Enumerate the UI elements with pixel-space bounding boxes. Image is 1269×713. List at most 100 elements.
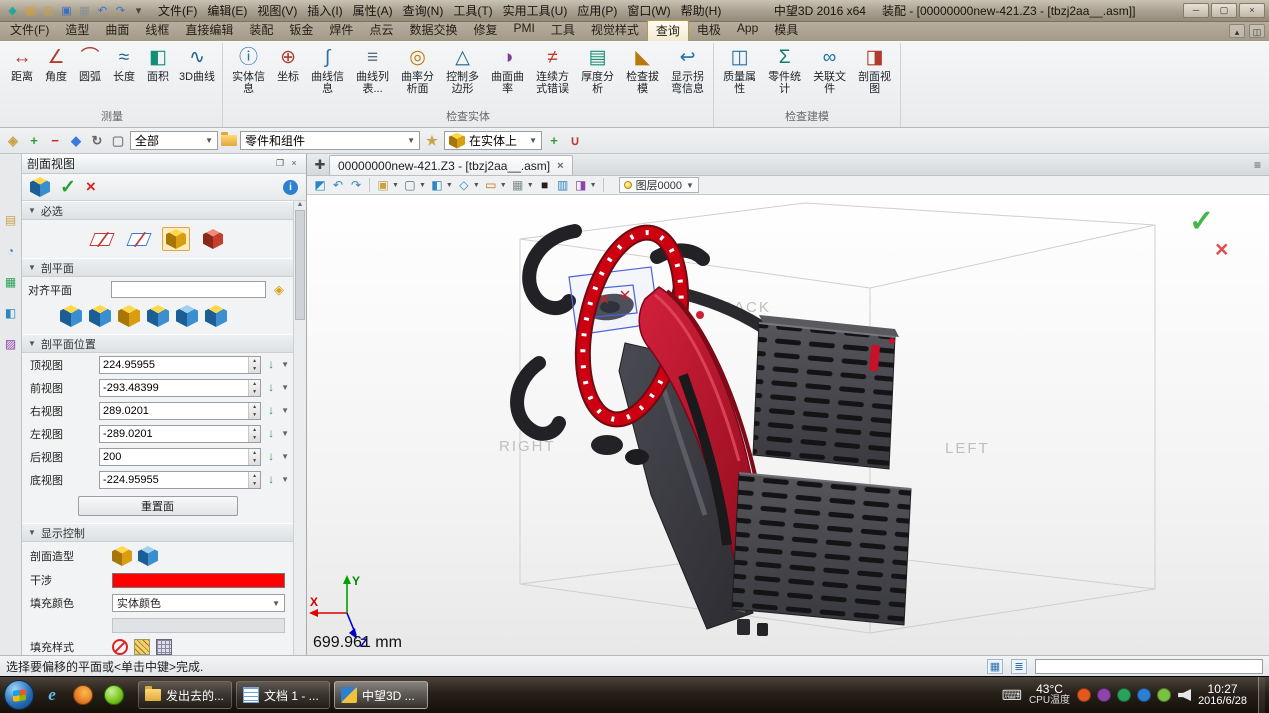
spinner[interactable]: ▲▼ bbox=[248, 472, 260, 488]
speaker-icon[interactable] bbox=[1178, 689, 1191, 701]
tab-list-icon[interactable]: ≡ bbox=[1250, 155, 1265, 175]
close-button[interactable]: × bbox=[1239, 3, 1265, 18]
flip-direction-button[interactable]: ↓ bbox=[264, 379, 278, 396]
view-redo-icon[interactable]: ↷ bbox=[348, 177, 364, 193]
shape-option-icon[interactable] bbox=[112, 546, 132, 566]
chevron-down-icon[interactable]: ▼ bbox=[446, 182, 453, 189]
chevron-down-icon[interactable]: ▼ bbox=[419, 182, 426, 189]
dropdown-caret-icon[interactable]: ▼ bbox=[281, 475, 289, 484]
pick-clear-icon[interactable]: ▢ bbox=[109, 132, 127, 150]
view-orientation-icon[interactable]: ◧ bbox=[429, 177, 445, 193]
ribbon-tab[interactable]: 工具 bbox=[543, 20, 583, 41]
taskbar-window-button[interactable]: 中望3D ... bbox=[334, 681, 428, 709]
chevron-down-icon[interactable]: ▼ bbox=[527, 182, 534, 189]
front-view-input[interactable] bbox=[100, 380, 248, 396]
redo-icon[interactable]: ↷ bbox=[112, 3, 129, 19]
cancel-button[interactable]: × bbox=[86, 177, 96, 197]
chevron-down-icon[interactable]: ▼ bbox=[500, 182, 507, 189]
ribbon-tab[interactable]: App bbox=[729, 20, 766, 41]
section-header-plane[interactable]: ▼ 剖平面 bbox=[22, 258, 293, 277]
status-input[interactable] bbox=[1035, 659, 1263, 674]
open-icon[interactable]: ▥ bbox=[40, 3, 57, 19]
right-view-input[interactable] bbox=[100, 403, 248, 419]
ribbon-tab[interactable]: 直接编辑 bbox=[177, 20, 241, 41]
ribbon-tab[interactable]: 点云 bbox=[361, 20, 401, 41]
entity-filter-select[interactable]: 零件和组件 ▼ bbox=[240, 131, 420, 150]
menu-item[interactable]: 帮助(H) bbox=[676, 1, 727, 20]
distance-button[interactable]: ↔距离 bbox=[5, 43, 39, 107]
firefox-launcher-icon[interactable] bbox=[70, 682, 96, 708]
tray-app-icon[interactable] bbox=[1097, 688, 1111, 702]
menu-item[interactable]: 插入(I) bbox=[302, 1, 347, 20]
curve-list-button[interactable]: ≡曲线列表... bbox=[350, 43, 395, 107]
ribbon-tab[interactable]: 数据交换 bbox=[401, 20, 465, 41]
datum-display-icon[interactable]: ▭ bbox=[483, 177, 499, 193]
coordinate-button[interactable]: ⊕坐标 bbox=[271, 43, 305, 107]
ribbon-tab[interactable]: 曲面 bbox=[97, 20, 137, 41]
ribbon-tab[interactable]: 线框 bbox=[137, 20, 177, 41]
left-plane-cube-icon[interactable] bbox=[147, 305, 169, 327]
pick-style-icon[interactable]: ★ bbox=[423, 132, 441, 150]
tray-app-icon[interactable] bbox=[1137, 688, 1151, 702]
keyboard-icon[interactable]: ⌨ bbox=[1002, 687, 1022, 704]
info-icon[interactable]: i bbox=[283, 180, 298, 195]
close-tab-icon[interactable]: × bbox=[557, 160, 563, 172]
menu-item[interactable]: 应用(P) bbox=[572, 1, 622, 20]
related-files-button[interactable]: ∞关联文件 bbox=[807, 43, 852, 107]
ie-launcher-icon[interactable]: e bbox=[39, 682, 65, 708]
interference-color-field[interactable] bbox=[112, 573, 285, 588]
menu-item[interactable]: 编辑(E) bbox=[202, 1, 252, 20]
zoom-mode-icon[interactable]: ◇ bbox=[456, 177, 472, 193]
fill-color-select[interactable]: 实体颜色 ▼ bbox=[112, 594, 285, 612]
show-desktop-button[interactable] bbox=[1258, 677, 1265, 713]
curvature-analysis-button[interactable]: ◎曲率分析面 bbox=[395, 43, 440, 107]
print-icon[interactable]: ▦ bbox=[76, 3, 93, 19]
pick-remove-icon[interactable]: − bbox=[46, 132, 64, 150]
pick-magnet-icon[interactable]: ∪ bbox=[566, 132, 584, 150]
spinner[interactable]: ▲▼ bbox=[248, 403, 260, 419]
pick-refresh-icon[interactable]: ↻ bbox=[88, 132, 106, 150]
plane-pick-icon[interactable]: ◈ bbox=[271, 282, 287, 298]
edge-display-icon[interactable]: ▢ bbox=[402, 177, 418, 193]
top-plane-cube-icon[interactable] bbox=[60, 305, 82, 327]
undo-icon[interactable]: ↶ bbox=[94, 3, 111, 19]
filter-scope-select[interactable]: 全部 ▼ bbox=[130, 131, 218, 150]
part-statistics-button[interactable]: Σ零件统计 bbox=[762, 43, 807, 107]
manager-tab-icon-1[interactable]: ▤ bbox=[2, 212, 19, 229]
confirm-check-button[interactable]: ✓ bbox=[1189, 205, 1214, 238]
angle-button[interactable]: ∠角度 bbox=[39, 43, 73, 107]
reset-plane-button[interactable]: 重置面 bbox=[78, 496, 238, 516]
bottom-view-input[interactable] bbox=[100, 472, 248, 488]
mass-properties-button[interactable]: ◫质量属性 bbox=[717, 43, 762, 107]
layer-selector[interactable]: 图层0000 ▼ bbox=[619, 177, 699, 193]
ribbon-style-button[interactable]: ◫ bbox=[1249, 24, 1265, 38]
view-restore-icon[interactable]: ◩ bbox=[312, 177, 328, 193]
menu-item[interactable]: 属性(A) bbox=[348, 1, 398, 20]
dropdown-caret-icon[interactable]: ▼ bbox=[281, 429, 289, 438]
view-undo-icon[interactable]: ↶ bbox=[330, 177, 346, 193]
manager-tab-icon-3[interactable]: ▦ bbox=[2, 274, 19, 291]
ribbon-tab[interactable]: 造型 bbox=[57, 20, 97, 41]
section-display-icon[interactable]: ◨ bbox=[573, 177, 589, 193]
manager-tab-icon-2[interactable]: ◔ bbox=[2, 243, 19, 260]
shade-mode-icon[interactable]: ▣ bbox=[375, 177, 391, 193]
pick-last-icon[interactable]: ◈ bbox=[4, 132, 22, 150]
manager-tab-icon-5[interactable]: ▨ bbox=[2, 336, 19, 353]
browser-launcher-icon[interactable] bbox=[101, 682, 127, 708]
pick-target-select[interactable]: 在实体上 ▼ bbox=[444, 131, 542, 150]
manager-tab-icon-4[interactable]: ◧ bbox=[2, 305, 19, 322]
ribbon-tab[interactable]: 视觉样式 bbox=[583, 20, 647, 41]
ribbon-tab[interactable]: 钣金 bbox=[281, 20, 321, 41]
ribbon-tab[interactable]: 修复 bbox=[465, 20, 505, 41]
curve-info-button[interactable]: ∫曲线信息 bbox=[305, 43, 350, 107]
hatch-fill-icon[interactable] bbox=[134, 639, 150, 655]
flip-direction-button[interactable]: ↓ bbox=[264, 448, 278, 465]
bend-info-button[interactable]: ↩显示拐弯信息 bbox=[665, 43, 710, 107]
taskbar-window-button[interactable]: 文档 1 - ... bbox=[236, 681, 330, 709]
pick-solid-icon[interactable]: ◆ bbox=[67, 132, 85, 150]
clock[interactable]: 10:27 2016/6/28 bbox=[1198, 683, 1247, 707]
taskbar-window-button[interactable]: 发出去的... bbox=[138, 681, 232, 709]
menu-item[interactable]: 文件(F) bbox=[153, 1, 202, 20]
chevron-down-icon[interactable]: ▼ bbox=[473, 182, 480, 189]
menu-item[interactable]: 实用工具(U) bbox=[498, 1, 573, 20]
